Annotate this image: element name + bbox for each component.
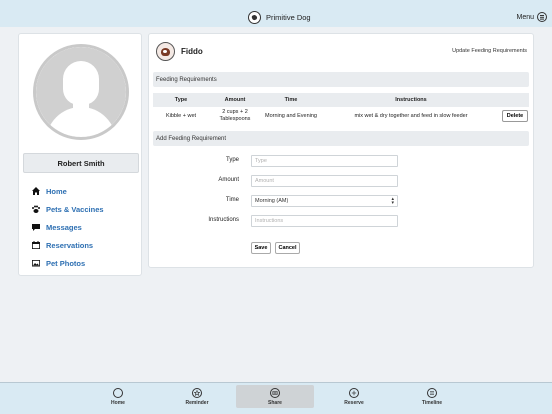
tab-share[interactable]: Share [236,385,314,408]
amount-label: Amount [218,177,239,183]
column-header: Amount [209,93,261,107]
feeding-table: Type Amount Time Instructions Kibble + w… [153,93,529,125]
bottom-tab-bar: Home Reminder Share Reserve Timeline [0,382,552,414]
nav-item-pets-vaccines[interactable]: Pets & Vaccines [31,200,104,218]
profile-card: Robert Smith Home Pets & Vaccines Messag… [18,33,142,276]
instructions-input[interactable] [251,215,398,227]
avatar [33,44,129,140]
instructions-label: Instructions [208,217,239,223]
nav-item-label: Pets & Vaccines [46,204,104,214]
home-icon [31,186,41,196]
menu-label: Menu [516,13,534,21]
column-header: Instructions [321,93,501,107]
menu-button[interactable]: Menu [516,12,547,22]
add-feeding-header: Add Feeding Requirement [153,131,529,146]
tab-reminder[interactable]: Reminder [158,385,236,408]
profile-nav: Home Pets & Vaccines Messages Reservatio… [31,182,104,272]
pet-avatar [156,42,175,61]
table-row: Kibble + wet 2 cups + 2 Tablespoons Morn… [153,107,529,125]
amount-input[interactable] [251,175,398,187]
brand-name: Primitive Dog [266,13,311,22]
cell-time: Morning and Evening [265,112,317,119]
messages-icon [31,222,41,232]
save-button[interactable]: Save [251,242,271,254]
cell-type: Kibble + wet [165,112,197,119]
nav-item-label: Pet Photos [46,258,86,268]
top-bar: Primitive Dog Menu [0,0,552,27]
nav-item-label: Messages [46,222,82,232]
nav-item-pet-photos[interactable]: Pet Photos [31,254,104,272]
time-select-value: Morning (AM) [255,198,289,204]
select-arrows-icon: ▴ ▾ [391,196,394,206]
paw-icon [31,204,41,214]
table-header-row: Type Amount Time Instructions [153,93,529,107]
cell-actions: Delete [501,107,529,125]
hamburger-menu-icon [537,12,547,22]
pet-name: Fiddo [181,47,203,56]
tab-reserve[interactable]: Reserve [315,385,393,408]
photos-icon [31,258,41,268]
tab-label: Reserve [344,399,364,406]
nav-item-label: Home [46,186,67,196]
reminder-icon [192,387,202,398]
time-label: Time [225,197,239,203]
delete-button[interactable]: Delete [501,110,529,122]
timeline-icon [427,387,437,398]
tab-label: Share [268,399,282,406]
feeding-requirements-header: Feeding Requirements [153,72,529,87]
calendar-icon [31,240,41,250]
update-feeding-link[interactable]: Update Feeding Requirements [452,48,527,54]
amount-row: Amount [149,175,529,187]
tab-home[interactable]: Home [79,385,157,408]
share-icon [270,387,280,398]
tab-label: Timeline [421,399,443,406]
nav-item-messages[interactable]: Messages [31,218,104,236]
column-header: Time [261,93,321,107]
home-circle-icon [113,387,123,398]
time-select[interactable]: Morning (AM) ▴ ▾ [251,195,398,207]
tab-timeline[interactable]: Timeline [393,385,471,408]
tab-label: Reminder [185,399,209,406]
profile-name: Robert Smith [23,153,139,173]
nav-item-label: Reservations [46,240,94,250]
time-row: Time Morning (AM) ▴ ▾ [149,195,529,207]
column-header: Type [153,93,209,107]
cancel-button[interactable]: Cancel [275,242,300,254]
main-card: Fiddo Update Feeding Requirements Feedin… [148,33,534,268]
type-label: Type [225,157,239,163]
cell-amount: 2 cups + 2 Tablespoons [219,109,251,122]
cell-instructions: mix wet & dry together and feed in slow … [354,112,468,119]
instructions-row: Instructions [149,215,529,227]
type-input[interactable] [251,155,398,167]
brand[interactable]: Primitive Dog [248,11,311,24]
dog-logo-icon [248,11,261,24]
nav-item-reservations[interactable]: Reservations [31,236,104,254]
nav-item-home[interactable]: Home [31,182,104,200]
column-header-actions [501,93,529,107]
tab-label: Home [111,399,125,406]
plus-icon [349,387,359,398]
type-row: Type [149,155,529,167]
